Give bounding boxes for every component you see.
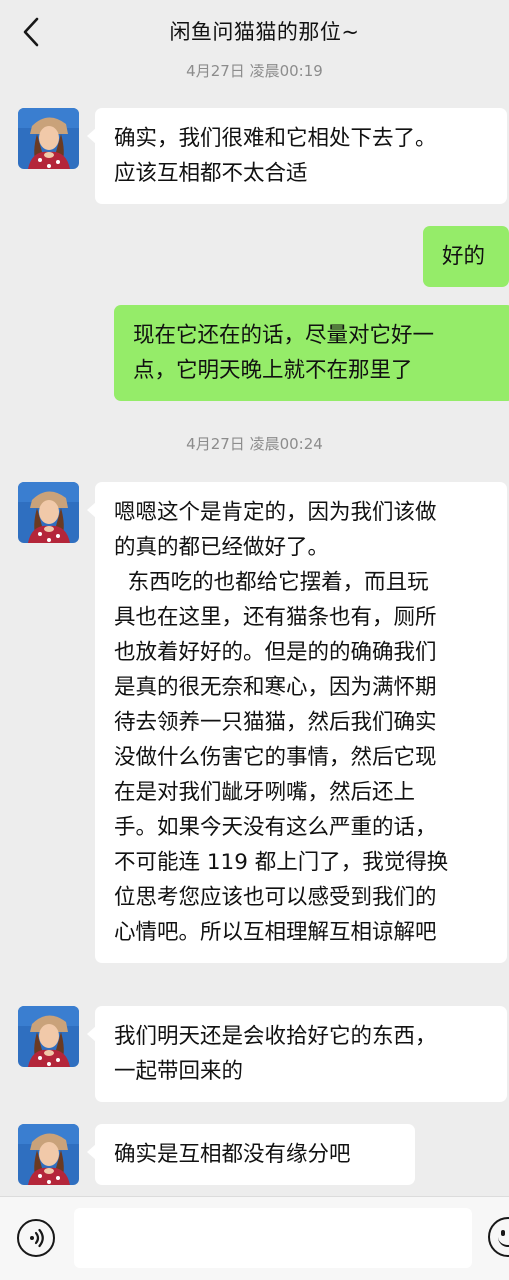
contact-avatar[interactable]	[18, 108, 79, 169]
message-line: 我们明天还是会收拾好它的东西，	[114, 1024, 437, 1049]
chat-title: 闲鱼问猫猫的那位~	[169, 20, 360, 44]
chevron-left-icon	[23, 17, 39, 47]
message-input[interactable]	[74, 1208, 472, 1268]
message-line: 的真的都已经做好了。	[114, 535, 330, 560]
chat-header: 闲鱼问猫猫的那位~	[0, 0, 509, 64]
message-line: 待去领养一只猫猫，然后我们确实	[114, 710, 437, 735]
message-line: 点，它明天晚上就不在那里了	[133, 358, 413, 383]
outgoing-message-bubble[interactable]: 现在它还在的话，尽量对它好一 点，它明天晚上就不在那里了	[114, 305, 509, 401]
incoming-message-bubble[interactable]: 确实是互相都没有缘分吧	[87, 1124, 415, 1185]
emoji-button[interactable]	[488, 1217, 509, 1257]
message-line: 没做什么伤害它的事情，然后它现	[114, 745, 437, 770]
chat-area[interactable]: 4月27日 凌晨00:19 确实，我们很难和它相处下去了。 应该互相都不太合适 …	[0, 0, 509, 1196]
message-line: 东西吃的也都给它摆着，而且玩	[114, 570, 429, 595]
message-line: 也放着好好的。但是的的确确我们	[114, 640, 437, 665]
contact-avatar[interactable]	[18, 1124, 79, 1185]
message-line: 好的	[442, 244, 486, 269]
message-line: 应该互相都不太合适	[114, 161, 308, 186]
contact-avatar[interactable]	[18, 482, 79, 543]
timestamp: 4月27日 凌晨00:24	[186, 435, 323, 453]
message-line: 确实是互相都没有缘分吧	[114, 1142, 351, 1167]
message-line: 不可能连 119 都上门了，我觉得换	[114, 850, 449, 875]
incoming-message-bubble[interactable]: 确实，我们很难和它相处下去了。 应该互相都不太合适	[87, 108, 507, 204]
voice-button[interactable]	[17, 1219, 55, 1257]
input-bar	[0, 1196, 509, 1280]
message-line: 在是对我们龇牙咧嘴，然后还上	[114, 780, 416, 805]
back-button[interactable]	[16, 14, 46, 50]
message-line: 是真的很无奈和寒心，因为满怀期	[114, 675, 437, 700]
message-line: 位思考您应该也可以感受到我们的	[114, 885, 437, 910]
contact-avatar[interactable]	[18, 1006, 79, 1067]
incoming-message-bubble[interactable]: 我们明天还是会收拾好它的东西， 一起带回来的	[87, 1006, 507, 1102]
message-line: 心情吧。所以互相理解互相谅解吧	[114, 920, 437, 945]
message-line: 一起带回来的	[114, 1059, 244, 1084]
incoming-message-bubble[interactable]: 嗯嗯这个是肯定的，因为我们该做 的真的都已经做好了。 东西吃的也都给它摆着，而且…	[87, 482, 507, 963]
message-line: 确实，我们很难和它相处下去了。	[114, 126, 437, 151]
message-line: 现在它还在的话，尽量对它好一	[133, 323, 435, 348]
voice-icon	[30, 1228, 44, 1248]
message-line: 具也在这里，还有猫条也有，厕所	[114, 605, 437, 630]
message-line: 嗯嗯这个是肯定的，因为我们该做	[114, 500, 437, 525]
outgoing-message-bubble[interactable]: 好的	[423, 226, 509, 287]
message-line: 手。如果今天没有这么严重的话，	[114, 815, 437, 840]
